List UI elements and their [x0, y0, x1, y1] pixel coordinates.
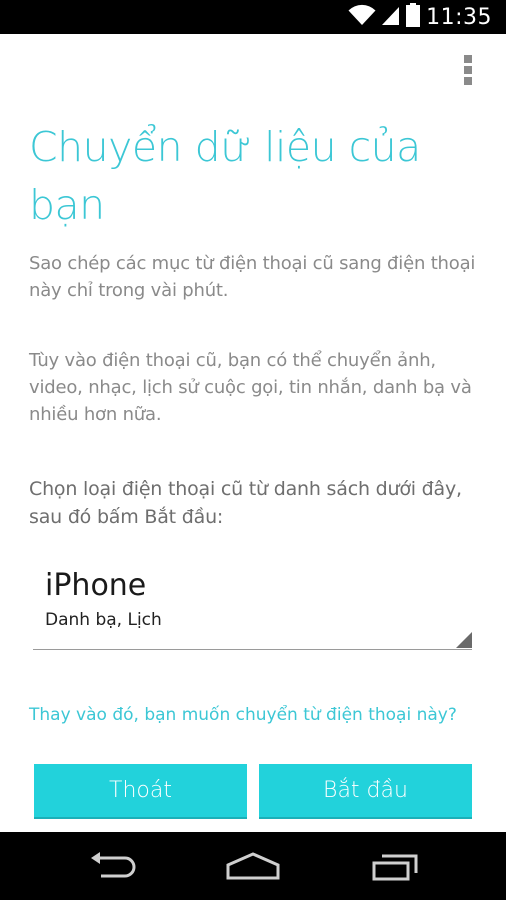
- status-bar: 11:35: [0, 0, 506, 34]
- signal-icon: [382, 4, 400, 30]
- device-type-dropdown[interactable]: iPhone Danh bạ, Lịch: [33, 560, 472, 650]
- start-button[interactable]: Bắt đầu: [259, 764, 472, 819]
- menu-dot: [464, 55, 472, 63]
- menu-dot: [464, 77, 472, 85]
- dropdown-arrow-icon: [456, 632, 472, 648]
- menu-dot: [464, 66, 472, 74]
- navigation-bar: [0, 832, 506, 900]
- overflow-menu-icon[interactable]: [456, 53, 480, 87]
- home-icon[interactable]: [223, 846, 283, 886]
- description-text: Sao chép các mục từ điện thoại cũ sang đ…: [29, 253, 476, 301]
- wifi-icon: [348, 4, 376, 30]
- details-text: Tùy vào điện thoại cũ, bạn có thể chuyển…: [29, 350, 472, 425]
- selected-device-description: Danh bạ, Lịch: [45, 610, 162, 630]
- selected-device-name: iPhone: [45, 568, 147, 603]
- status-icons: 11:35: [348, 0, 492, 34]
- screen: 11:35 Chuyển dữ liệu của bạn Sao chép cá…: [0, 0, 506, 900]
- transfer-from-this-phone-link[interactable]: Thay vào đó, bạn muốn chuyển từ điện tho…: [29, 705, 457, 725]
- battery-icon: [406, 3, 421, 31]
- back-icon[interactable]: [82, 846, 142, 886]
- recent-apps-icon[interactable]: [365, 846, 425, 886]
- instruction-text: Chọn loại điện thoại cũ từ danh sách dướ…: [29, 478, 462, 528]
- status-time: 11:35: [426, 4, 492, 30]
- page-title: Chuyển dữ liệu của bạn: [29, 123, 421, 229]
- exit-button[interactable]: Thoát: [34, 764, 247, 819]
